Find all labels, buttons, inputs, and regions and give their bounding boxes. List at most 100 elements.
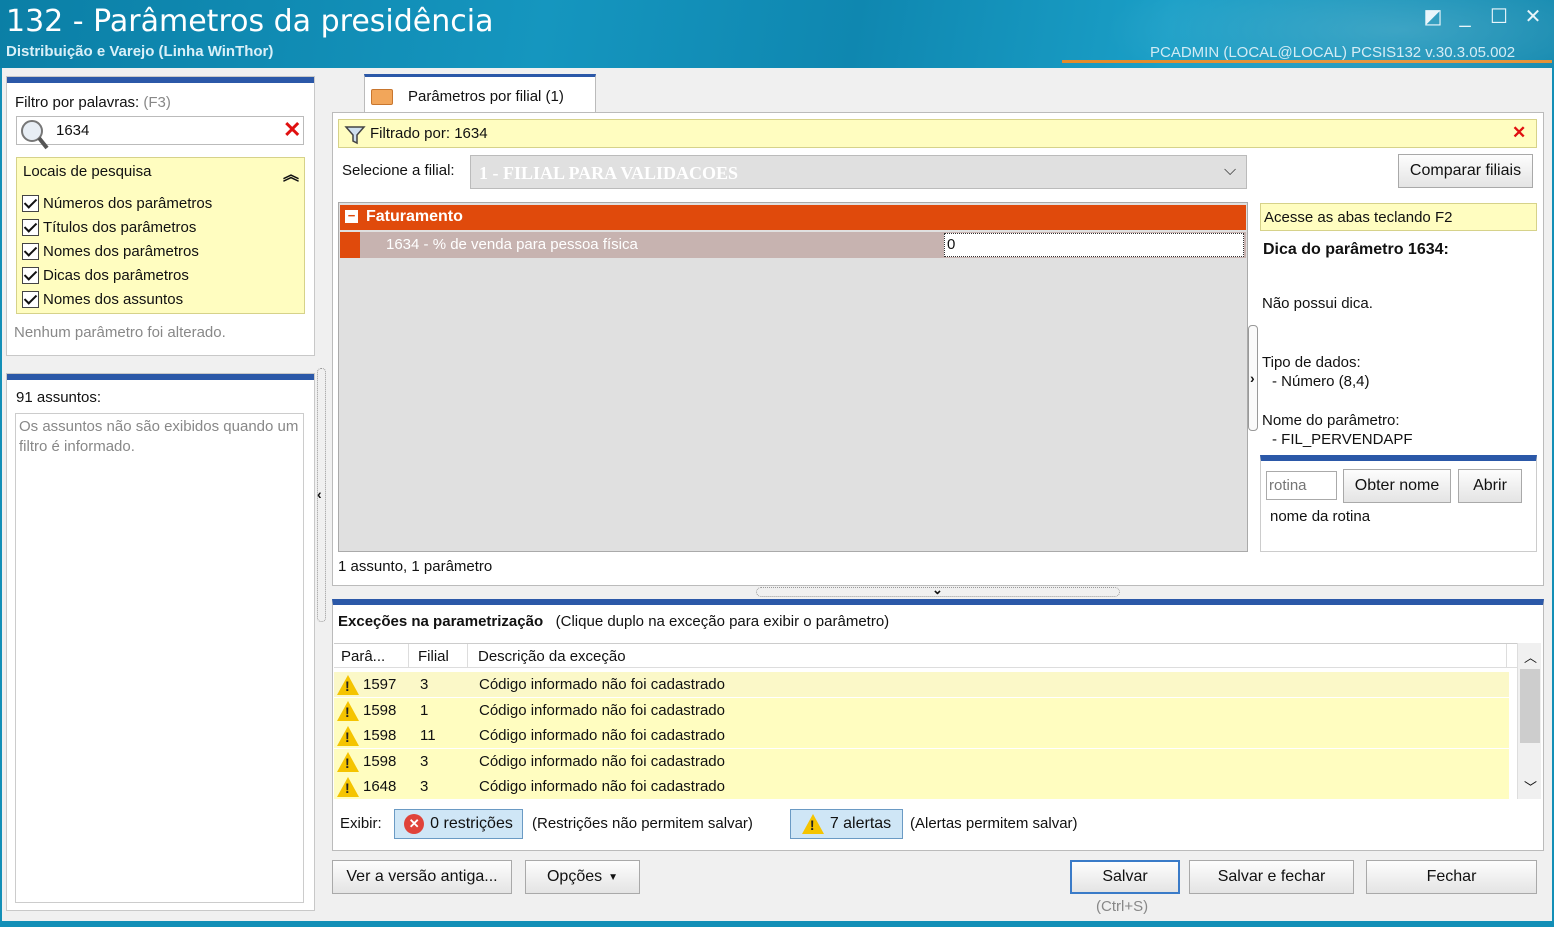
checkbox-icon[interactable] — [22, 194, 39, 212]
close-button[interactable]: Fechar — [1366, 860, 1537, 894]
col-divider — [467, 644, 468, 668]
filter-shortcut: (F3) — [143, 94, 171, 111]
col-param[interactable]: Parâ... — [341, 648, 385, 665]
checkbox-hints[interactable]: Dicas dos parâmetros — [22, 264, 189, 286]
row-branch: 3 — [420, 753, 429, 770]
checkbox-subjects[interactable]: Nomes dos assuntos — [22, 288, 183, 310]
warning-icon — [337, 674, 359, 695]
row-description: Código informado não foi cadastrado — [479, 778, 725, 795]
exceptions-scrollbar[interactable]: ︿ ﹀ — [1517, 643, 1541, 799]
row-param: 1598 — [363, 727, 397, 744]
checkbox-label: Nomes dos parâmetros — [43, 242, 199, 260]
user-info: PCADMIN (LOCAL@LOCAL) PCSIS132 v.30.3.05… — [1150, 44, 1516, 61]
chevron-down-icon[interactable]: ⌵ — [1224, 162, 1236, 180]
routine-name-label: nome da rotina — [1270, 508, 1371, 525]
parameter-row[interactable]: 1634 - % de venda para pessoa física 0 — [340, 232, 1246, 258]
subjects-list[interactable]: Os assuntos não são exibidos quando um f… — [15, 413, 304, 903]
save-and-close-button[interactable]: Salvar e fechar — [1189, 860, 1354, 894]
alerts-button[interactable]: 7 alertas — [790, 809, 903, 839]
branch-label: Selecione a filial: — [342, 162, 455, 179]
checkbox-icon[interactable] — [22, 218, 39, 236]
folder-icon — [371, 89, 393, 105]
tab-hint-text: Acesse as abas teclando F2 — [1264, 209, 1453, 226]
row-branch: 3 — [420, 676, 429, 693]
row-param: 1648 — [363, 778, 397, 795]
routine-input[interactable] — [1266, 471, 1337, 500]
checkbox-names[interactable]: Nomes dos parâmetros — [22, 240, 199, 262]
row-branch: 3 — [420, 778, 429, 795]
filter-bar-text: Filtrado por: 1634 — [370, 125, 488, 142]
status-text: Nenhum parâmetro foi alterado. — [14, 324, 226, 341]
scroll-up-icon[interactable]: ︿ — [1524, 647, 1537, 666]
alerts-note: (Alertas permitem salvar) — [910, 815, 1078, 832]
maximize-icon[interactable]: ☐ — [1486, 6, 1512, 28]
options-button[interactable]: Opções ▼ — [525, 860, 640, 894]
checkbox-icon[interactable] — [22, 242, 39, 260]
exceptions-header: Exceções na parametrização (Clique duplo… — [338, 613, 889, 630]
checkbox-label: Números dos parâmetros — [43, 194, 213, 212]
table-row[interactable]: 1648 3 Código informado não foi cadastra… — [334, 774, 1509, 799]
table-row[interactable]: 1597 3 Código informado não foi cadastra… — [334, 672, 1509, 697]
old-version-button[interactable]: Ver a versão antiga... — [332, 860, 512, 894]
param-name-label: Nome do parâmetro: — [1262, 412, 1400, 429]
filter-label: Filtro por palavras: (F3) — [15, 94, 171, 111]
chevron-right-icon[interactable]: › — [1250, 370, 1255, 386]
data-type-label: Tipo de dados: — [1262, 354, 1361, 371]
checkbox-titles[interactable]: Títulos dos parâmetros — [22, 216, 196, 238]
hint-text: Não possui dica. — [1262, 295, 1373, 312]
chevron-down-small-icon[interactable]: ⌄ — [932, 582, 943, 598]
scroll-thumb[interactable] — [1520, 669, 1540, 743]
row-description: Código informado não foi cadastrado — [479, 727, 725, 744]
group-title: Faturamento — [366, 208, 463, 225]
warning-icon — [337, 725, 359, 746]
checkbox-numbers[interactable]: Números dos parâmetros — [22, 192, 212, 214]
save-button[interactable]: Salvar — [1070, 860, 1180, 894]
row-branch: 1 — [420, 702, 429, 719]
hint-title: Dica do parâmetro 1634: — [1263, 241, 1449, 258]
open-button[interactable]: Abrir — [1458, 469, 1522, 503]
subjects-note: Os assuntos não são exibidos quando um f… — [19, 418, 299, 455]
checkbox-label: Nomes dos assuntos — [43, 290, 184, 308]
tab-label: Parâmetros por filial (1) — [408, 88, 564, 105]
clear-filter-bar-icon[interactable]: ✕ — [1512, 123, 1526, 143]
tab-parameters-by-branch[interactable]: Parâmetros por filial (1) — [364, 74, 596, 114]
table-row[interactable]: 1598 3 Código informado não foi cadastra… — [334, 749, 1509, 774]
filter-label-text: Filtro por palavras: — [15, 94, 140, 111]
collapse-icon[interactable]: ︽ — [283, 161, 299, 185]
row-branch: 11 — [420, 727, 436, 744]
search-value: 1634 — [56, 122, 90, 139]
restrictions-button[interactable]: ✕ 0 restrições — [394, 809, 523, 839]
branch-select[interactable]: 1 - FILIAL PARA VALIDACOES ⌵ — [470, 155, 1247, 189]
row-description: Código informado não foi cadastrado — [479, 702, 725, 719]
search-locations-label: Locais de pesquisa — [23, 163, 152, 180]
scroll-down-icon[interactable]: ﹀ — [1524, 777, 1537, 796]
data-type-value: - Número (8,4) — [1272, 373, 1370, 390]
window-subtitle: Distribuição e Varejo (Linha WinThor) — [6, 43, 274, 60]
chevron-left-icon[interactable]: ‹ — [317, 486, 322, 502]
filter-bar: Filtrado por: 1634 ✕ — [338, 119, 1537, 148]
collapse-group-icon[interactable]: − — [345, 209, 358, 223]
table-row[interactable]: 1598 1 Código informado não foi cadastra… — [334, 698, 1509, 723]
table-row[interactable]: 1598 11 Código informado não foi cadastr… — [334, 723, 1509, 748]
group-header-billing[interactable]: − Faturamento — [340, 205, 1246, 230]
close-icon[interactable]: ✕ — [1520, 6, 1546, 28]
checkbox-icon[interactable] — [22, 290, 39, 308]
checkbox-icon[interactable] — [22, 266, 39, 284]
clear-filter-icon[interactable]: ✕ — [283, 117, 301, 143]
filter-icon — [344, 126, 366, 145]
get-name-button[interactable]: Obter nome — [1343, 469, 1451, 503]
row-indicator — [340, 232, 360, 258]
row-param: 1597 — [363, 676, 397, 693]
col-branch[interactable]: Filial — [418, 648, 449, 665]
parameter-label: 1634 - % de venda para pessoa física — [386, 236, 638, 253]
compare-branches-button[interactable]: Comparar filiais — [1398, 154, 1533, 188]
restore-icon[interactable]: ◩ — [1420, 6, 1446, 28]
warning-icon — [801, 814, 824, 834]
minimize-icon[interactable]: _ — [1452, 6, 1478, 28]
parameter-value-input[interactable]: 0 — [944, 233, 1244, 257]
col-description[interactable]: Descrição da exceção — [478, 648, 626, 665]
search-icon — [21, 120, 49, 150]
exceptions-subtitle: (Clique duplo na exceção para exibir o p… — [555, 613, 890, 630]
summary-text: 1 assunto, 1 parâmetro — [338, 558, 493, 575]
search-input[interactable]: 1634 ✕ — [16, 116, 304, 150]
